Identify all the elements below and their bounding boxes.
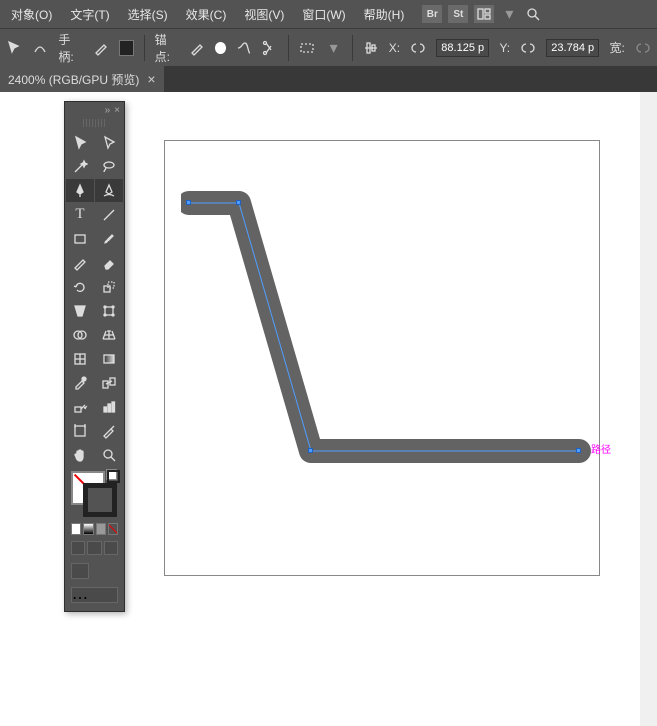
lasso-tool[interactable] [95, 155, 123, 178]
color-gradient[interactable] [83, 523, 93, 535]
anchor-label: 锚点: [155, 31, 180, 65]
arrange-icon[interactable] [474, 5, 494, 23]
tools-panel[interactable]: » × T [64, 101, 125, 612]
x-label: X: [389, 41, 400, 55]
hand-tool[interactable] [66, 443, 94, 466]
link-icon [635, 39, 651, 57]
curvature-tool[interactable] [95, 179, 123, 202]
tabbar-empty [164, 66, 657, 92]
y-label: Y: [499, 41, 510, 55]
rectangle-tool[interactable] [66, 227, 94, 250]
menu-object[interactable]: 对象(O) [3, 2, 60, 27]
panel-menu-icon[interactable]: » [105, 105, 111, 116]
menu-effect[interactable]: 效果(C) [178, 2, 235, 27]
y-value[interactable]: 23.784 p [546, 39, 599, 57]
stock-icon[interactable]: St [448, 5, 468, 23]
anchor-point[interactable] [308, 448, 313, 453]
path-label: 路径 [591, 441, 611, 456]
tab-title: 2400% (RGB/GPU 预览) [8, 71, 139, 88]
search-icon[interactable] [524, 5, 542, 23]
align-icon[interactable] [363, 39, 379, 57]
paintbrush-tool[interactable] [95, 227, 123, 250]
canvas-area[interactable]: 路径 » × T [0, 92, 657, 726]
color-pattern[interactable] [96, 523, 106, 535]
w-label: 宽: [609, 39, 624, 56]
type-tool[interactable]: T [66, 203, 94, 226]
menu-select[interactable]: 选择(S) [120, 2, 176, 27]
anchor-point[interactable] [236, 200, 241, 205]
chevron-down-icon[interactable]: ▾ [500, 5, 518, 23]
draw-inside[interactable] [104, 541, 118, 555]
width-tool[interactable] [66, 299, 94, 322]
mesh-tool[interactable] [66, 347, 94, 370]
handle-swatch[interactable] [119, 40, 134, 56]
direct-select-icon[interactable] [6, 39, 22, 57]
magic-wand-tool[interactable] [66, 155, 94, 178]
line-tool[interactable] [95, 203, 123, 226]
pen-tool[interactable] [66, 179, 94, 202]
column-graph-tool[interactable] [95, 395, 123, 418]
draw-behind[interactable] [87, 541, 101, 555]
control-bar: 手柄: 锚点: ▾ X: 88.125 p Y: 23.784 p 宽: [0, 28, 657, 66]
link-icon[interactable] [410, 39, 426, 57]
close-icon[interactable]: × [147, 71, 155, 87]
menu-text[interactable]: 文字(T) [62, 2, 117, 27]
perspective-grid-tool[interactable] [95, 323, 123, 346]
selection-tool[interactable] [66, 131, 94, 154]
anchor-dot[interactable] [215, 42, 226, 54]
convert-anchor-icon[interactable] [32, 39, 48, 57]
direct-selection-tool[interactable] [95, 131, 123, 154]
rotate-tool[interactable] [66, 275, 94, 298]
x-value[interactable]: 88.125 p [436, 39, 489, 57]
fill-stroke-swatches[interactable] [65, 467, 124, 521]
edit-toolbar-row: ⋯ [65, 583, 124, 611]
eraser-tool[interactable] [95, 251, 123, 274]
color-solid[interactable] [71, 523, 81, 535]
edit-toolbar-button[interactable]: ⋯ [71, 587, 118, 603]
zoom-tool[interactable] [95, 443, 123, 466]
gradient-tool[interactable] [95, 347, 123, 370]
scale-tool[interactable] [95, 275, 123, 298]
close-icon[interactable]: × [114, 105, 120, 116]
menu-help[interactable]: 帮助(H) [356, 2, 413, 27]
bridge-icon[interactable]: Br [422, 5, 442, 23]
isolate-icon[interactable] [299, 39, 315, 57]
path-object[interactable] [181, 189, 601, 509]
document-tabbar: 2400% (RGB/GPU 预览) × [0, 66, 657, 92]
artboard-tool[interactable] [66, 419, 94, 442]
menu-view[interactable]: 视图(V) [236, 2, 292, 27]
screen-mode[interactable] [71, 563, 89, 579]
link-icon[interactable] [520, 39, 536, 57]
document-tab[interactable]: 2400% (RGB/GPU 预览) × [0, 66, 164, 92]
connect-icon[interactable] [236, 39, 252, 57]
anchor-point[interactable] [186, 200, 191, 205]
chevron-down-icon[interactable]: ▾ [326, 39, 342, 57]
blend-tool[interactable] [95, 371, 123, 394]
artboard[interactable]: 路径 [164, 140, 600, 576]
panel-grip[interactable] [83, 119, 106, 127]
anchor-point[interactable] [576, 448, 581, 453]
symbol-sprayer-tool[interactable] [66, 395, 94, 418]
anchor-pen-icon[interactable] [189, 39, 205, 57]
draw-mode-row [65, 537, 124, 559]
shape-builder-tool[interactable] [66, 323, 94, 346]
color-none[interactable] [108, 523, 118, 535]
shaper-tool[interactable] [66, 251, 94, 274]
eyedropper-tool[interactable] [66, 371, 94, 394]
vertical-scrollbar[interactable] [640, 92, 657, 726]
stroke-swatch[interactable] [83, 483, 117, 517]
handle-pen-icon[interactable] [93, 39, 109, 57]
screen-mode-row [65, 559, 124, 583]
free-transform-tool[interactable] [95, 299, 123, 322]
handle-label: 手柄: [58, 31, 83, 65]
menu-window[interactable]: 窗口(W) [294, 2, 353, 27]
draw-normal[interactable] [71, 541, 85, 555]
slice-tool[interactable] [95, 419, 123, 442]
color-mode-row [65, 521, 124, 537]
cut-path-icon[interactable] [262, 39, 278, 57]
default-swatch-icon[interactable] [106, 469, 120, 483]
app-menubar: 对象(O) 文字(T) 选择(S) 效果(C) 视图(V) 窗口(W) 帮助(H… [0, 0, 657, 28]
